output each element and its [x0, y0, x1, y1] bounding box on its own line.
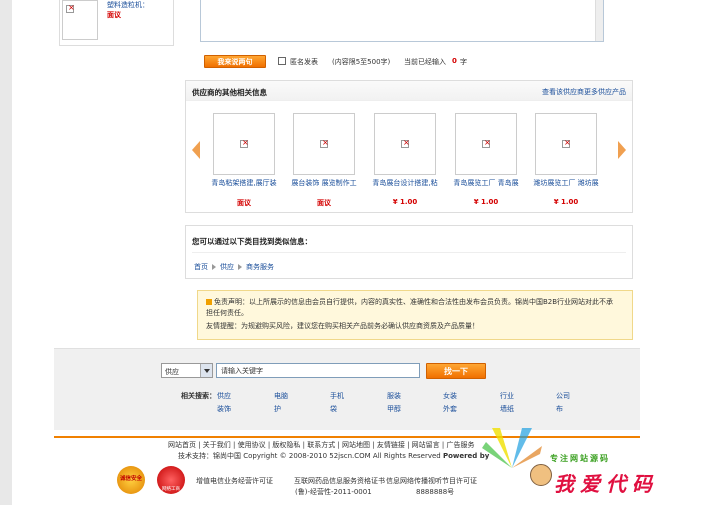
char-count-prefix: 当前已经输入	[404, 58, 446, 66]
textarea-scrollbar[interactable]	[595, 0, 603, 41]
related-keyword[interactable]: 女装	[443, 391, 457, 401]
broken-image-icon	[66, 3, 75, 13]
anonymous-label: 匿名发表	[290, 58, 318, 66]
related-keyword[interactable]: 服装	[387, 391, 401, 401]
top-product-image[interactable]	[62, 0, 98, 40]
search-input[interactable]	[216, 363, 420, 378]
supplier-product-price: 面议	[237, 199, 251, 207]
supplier-product-image[interactable]	[293, 113, 355, 175]
cartoon-character-icon	[530, 464, 552, 486]
supplier-product-name[interactable]: 青岛粘架搭建,展厅装	[211, 179, 277, 188]
breadcrumb-business-services[interactable]: 商务服务	[246, 263, 274, 271]
trust-badge-icon[interactable]: 诚信安全	[117, 466, 145, 494]
related-keyword[interactable]: 公司	[556, 391, 570, 401]
copyright-text: 技术支持：锦尚中国 Copyright © 2008-2010 52jscn.C…	[178, 452, 441, 460]
breadcrumb-home[interactable]: 首页	[194, 263, 208, 271]
watermark-overlay: 专注网站源码 我爱代码	[482, 428, 702, 505]
broken-image-icon	[482, 138, 491, 148]
supplier-product-card[interactable]: 青岛粘架搭建,展厅装 面议	[211, 113, 277, 213]
review-submit-row: 我来说两句 匿名发表 (内容限5至500字) 当前已经输入 0 字	[204, 55, 624, 69]
notice-icon	[206, 299, 212, 305]
search-band: 供应 找一下 相关搜索： 供应 电脑 手机 服装 女装 行业 公司 装饰 护 袋…	[54, 348, 640, 430]
related-keyword[interactable]: 外套	[443, 404, 457, 414]
related-keyword[interactable]: 行业	[500, 391, 514, 401]
top-product-name[interactable]: 塑料造粒机：	[107, 0, 149, 10]
business-badge-text: 网络工商	[162, 487, 180, 492]
breadcrumb-arrow-icon	[212, 264, 216, 270]
broken-image-icon	[562, 138, 571, 148]
supplier-product-card[interactable]: 青岛展览工厂 青岛展 ¥ 1.00	[453, 113, 519, 213]
broken-image-icon	[240, 138, 249, 148]
watermark-big-text: 我爱代码	[554, 472, 658, 496]
breadcrumb-arrow-icon	[238, 264, 242, 270]
related-keyword[interactable]: 布	[556, 404, 563, 414]
breadcrumb: 首页 供应 商务服务	[194, 262, 274, 272]
category-panel-title: 您可以通过以下类目找到类似信息：	[192, 237, 312, 246]
breadcrumb-supply[interactable]: 供应	[220, 263, 234, 271]
license-telecom: 增值电信业务经营许可证	[196, 477, 273, 485]
license-drug-number: (鲁)-经营性-2011-0001	[295, 488, 372, 496]
supplier-product-name[interactable]: 青岛展台设计搭建,粘	[372, 179, 438, 188]
broken-image-icon	[320, 138, 329, 148]
supplier-product-price: ¥ 1.00	[473, 198, 499, 206]
disclaimer-line1: 免责声明：以上所展示的信息由会员自行提供，内容的真实性、准确性和合法性由发布会员…	[214, 298, 614, 306]
footer-copyright: 技术支持：锦尚中国 Copyright © 2008-2010 52jscn.C…	[178, 451, 489, 461]
supplier-product-card[interactable]: 潍坊展览工厂 潍坊展 ¥ 1.00	[533, 113, 599, 213]
related-keyword[interactable]: 供应	[217, 391, 231, 401]
trust-badge-text: 诚信安全	[119, 476, 142, 482]
search-type-selected: 供应	[165, 368, 179, 376]
license-av: 信息网络传播视听节目许可证	[386, 477, 477, 485]
related-search-label: 相关搜索：	[181, 392, 216, 400]
supplier-panel-title: 供应商的其他相关信息	[192, 88, 267, 97]
carousel-next-arrow-icon[interactable]	[618, 141, 626, 159]
related-keyword[interactable]: 手机	[330, 391, 344, 401]
search-button[interactable]: 找一下	[426, 363, 486, 379]
supplier-product-name[interactable]: 青岛展览工厂 青岛展	[453, 179, 519, 188]
top-product-card: 塑料造粒机： 面议	[59, 0, 174, 46]
license-drug-info: 互联网药品信息服务资格证书	[294, 477, 385, 485]
supplier-product-image[interactable]	[455, 113, 517, 175]
anonymous-checkbox[interactable]	[278, 57, 286, 65]
category-divider	[192, 252, 626, 253]
related-keyword[interactable]: 电脑	[274, 391, 288, 401]
top-product-price: 面议	[107, 11, 121, 19]
supplier-product-image[interactable]	[535, 113, 597, 175]
broken-image-icon	[401, 138, 410, 148]
search-type-select[interactable]: 供应	[161, 363, 213, 378]
supplier-product-card[interactable]: 展台装饰 展览制作工 面议	[291, 113, 357, 213]
supplier-product-price: 面议	[317, 199, 331, 207]
char-count-suffix: 字	[460, 58, 467, 66]
chevron-down-icon[interactable]	[200, 364, 212, 377]
submit-review-button[interactable]: 我来说两句	[204, 55, 266, 68]
license-av-number: 8888888号	[416, 488, 455, 496]
related-keyword[interactable]: 墙纸	[500, 404, 514, 414]
watermark-small-text: 专注网站源码	[550, 454, 610, 463]
supplier-panel-header: 供应商的其他相关信息 查看该供应商更多供应产品	[186, 81, 632, 101]
supplier-product-image[interactable]	[213, 113, 275, 175]
supplier-products-panel: 供应商的其他相关信息 查看该供应商更多供应产品 青岛粘架搭建,展厅装 面议 展台…	[185, 80, 633, 213]
length-hint: (内容限5至500字)	[332, 58, 391, 66]
supplier-product-price: ¥ 1.00	[392, 198, 418, 206]
supplier-product-image[interactable]	[374, 113, 436, 175]
supplier-more-link[interactable]: 查看该供应商更多供应产品	[542, 87, 626, 97]
supplier-product-price: ¥ 1.00	[553, 198, 579, 206]
category-panel: 您可以通过以下类目找到类似信息： 首页 供应 商务服务	[185, 225, 633, 279]
carousel-prev-arrow-icon[interactable]	[192, 141, 200, 159]
friendly-reminder: 友情提醒：为规避购买风险，建议您在购买相关产品前务必确认供应商资质及产品质量！	[206, 322, 479, 330]
related-keyword[interactable]: 护	[274, 404, 281, 414]
disclaimer-line2: 担任何责任。	[206, 309, 248, 317]
review-textarea[interactable]	[200, 0, 604, 42]
supplier-product-name[interactable]: 潍坊展览工厂 潍坊展	[533, 179, 599, 188]
related-keyword[interactable]: 装饰	[217, 404, 231, 414]
related-keyword[interactable]: 甲醇	[387, 404, 401, 414]
char-count-value: 0	[452, 57, 457, 65]
page: 塑料造粒机： 面议 我来说两句 匿名发表 (内容限5至500字) 当前已经输入 …	[12, 0, 704, 505]
related-keyword[interactable]: 袋	[330, 404, 337, 414]
supplier-product-name[interactable]: 展台装饰 展览制作工	[291, 179, 357, 188]
supplier-product-card[interactable]: 青岛展台设计搭建,粘 ¥ 1.00	[372, 113, 438, 213]
business-registration-badge-icon[interactable]: 网络工商	[157, 466, 185, 494]
disclaimer-notice: 免责声明：以上所展示的信息由会员自行提供，内容的真实性、准确性和合法性由发布会员…	[197, 290, 633, 340]
